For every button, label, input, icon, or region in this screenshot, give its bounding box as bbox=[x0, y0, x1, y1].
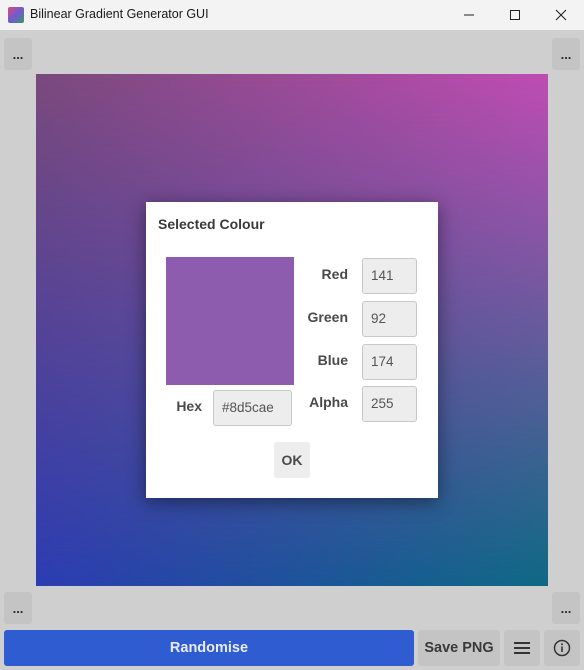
alpha-label: Alpha bbox=[309, 394, 348, 410]
alpha-field[interactable]: 255 bbox=[362, 386, 417, 422]
hamburger-menu-icon bbox=[514, 642, 530, 654]
close-icon bbox=[555, 9, 567, 21]
red-label: Red bbox=[321, 266, 348, 282]
blue-field[interactable]: 174 bbox=[362, 344, 417, 380]
maximize-button[interactable] bbox=[492, 0, 538, 30]
info-icon bbox=[553, 639, 571, 657]
green-field[interactable]: 92 bbox=[362, 301, 417, 337]
hex-field[interactable]: #8d5cae bbox=[213, 390, 292, 426]
title-bar: Bilinear Gradient Generator GUI bbox=[0, 0, 584, 30]
minimize-button[interactable] bbox=[446, 0, 492, 30]
top-left-corner-button[interactable]: ... bbox=[4, 38, 32, 70]
blue-label: Blue bbox=[317, 352, 348, 368]
app-icon bbox=[8, 7, 24, 23]
green-label: Green bbox=[307, 309, 348, 325]
ok-button[interactable]: OK bbox=[274, 442, 310, 478]
selected-colour-dialog: Selected Colour Red 141 Green 92 Blue 17… bbox=[146, 202, 438, 498]
bottom-left-corner-button[interactable]: ... bbox=[4, 592, 32, 624]
red-field[interactable]: 141 bbox=[362, 258, 417, 294]
minimize-icon bbox=[464, 14, 474, 16]
menu-button[interactable] bbox=[504, 630, 540, 666]
info-button[interactable] bbox=[544, 630, 580, 666]
dialog-title: Selected Colour bbox=[158, 216, 265, 232]
maximize-icon bbox=[510, 10, 520, 20]
hex-label: Hex bbox=[176, 398, 202, 414]
window-title: Bilinear Gradient Generator GUI bbox=[30, 7, 209, 21]
close-button[interactable] bbox=[538, 0, 584, 30]
save-png-button[interactable]: Save PNG bbox=[418, 630, 500, 666]
top-right-corner-button[interactable]: ... bbox=[552, 38, 580, 70]
bottom-right-corner-button[interactable]: ... bbox=[552, 592, 580, 624]
randomise-button[interactable]: Randomise bbox=[4, 630, 414, 666]
colour-swatch bbox=[166, 257, 294, 385]
